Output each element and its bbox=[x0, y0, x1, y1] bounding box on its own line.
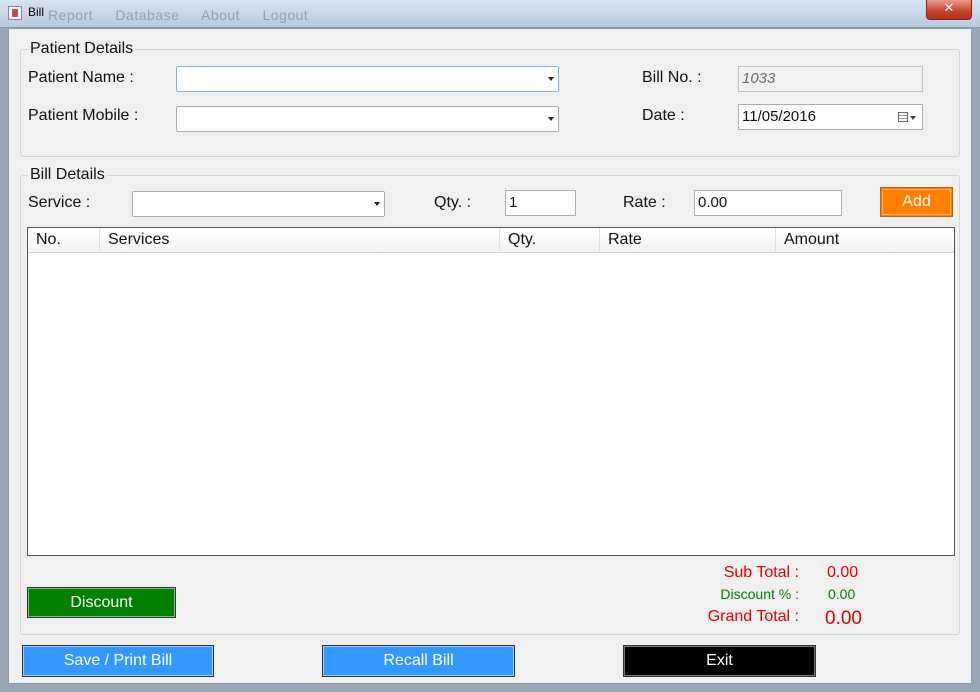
window-title: Bill bbox=[28, 5, 45, 19]
background-menu-item: Database bbox=[115, 7, 180, 23]
bill-no-field: 1033 bbox=[738, 66, 923, 92]
grand-total-value: 0.00 bbox=[825, 608, 862, 629]
background-menu-item: Report bbox=[48, 7, 94, 23]
sub-total-label: Sub Total : bbox=[723, 564, 799, 581]
service-combo[interactable] bbox=[132, 191, 385, 217]
column-header-qty[interactable]: Qty. bbox=[500, 228, 600, 252]
discount-button[interactable]: Discount bbox=[27, 587, 176, 618]
service-label: Service : bbox=[28, 194, 91, 211]
table-header: No. Services Qty. Rate Amount bbox=[28, 228, 954, 253]
qty-input[interactable]: 1 bbox=[505, 190, 576, 216]
chevron-down-icon[interactable] bbox=[548, 77, 554, 81]
close-button[interactable]: ✕ bbox=[926, 0, 972, 20]
chevron-down-icon[interactable] bbox=[374, 202, 380, 206]
column-header-rate[interactable]: Rate bbox=[600, 228, 776, 252]
bill-no-label: Bill No. : bbox=[642, 69, 702, 86]
bill-details-title: Bill Details bbox=[28, 166, 107, 184]
background-menu-item: About bbox=[200, 7, 241, 23]
patient-details-title: Patient Details bbox=[28, 40, 136, 58]
patient-name-label: Patient Name : bbox=[28, 69, 134, 86]
discount-percent-value: 0.00 bbox=[828, 586, 856, 602]
rate-label: Rate : bbox=[623, 194, 666, 211]
rate-input[interactable]: 0.00 bbox=[694, 190, 842, 216]
date-picker[interactable]: 11/05/2016 bbox=[738, 104, 923, 130]
chevron-down-icon[interactable] bbox=[548, 117, 554, 121]
close-icon: ✕ bbox=[943, 1, 955, 16]
title-bar: Bill Report Database About Logout ✕ bbox=[0, 0, 980, 28]
grand-total-label: Grand Total : bbox=[707, 608, 799, 625]
background-menu: Report Database About Logout bbox=[48, 7, 326, 23]
recall-bill-button[interactable]: Recall Bill bbox=[322, 645, 515, 677]
column-header-amount[interactable]: Amount bbox=[776, 228, 954, 252]
calendar-icon[interactable] bbox=[898, 112, 916, 124]
add-button[interactable]: Add bbox=[880, 187, 953, 217]
app-icon bbox=[8, 6, 22, 20]
exit-button[interactable]: Exit bbox=[623, 645, 816, 677]
save-print-bill-button[interactable]: Save / Print Bill bbox=[22, 645, 214, 677]
background-menu-item: Logout bbox=[262, 7, 309, 23]
patient-mobile-label: Patient Mobile : bbox=[28, 107, 139, 124]
patient-mobile-combo[interactable] bbox=[176, 106, 559, 132]
column-header-no[interactable]: No. bbox=[28, 228, 100, 252]
services-table[interactable]: No. Services Qty. Rate Amount bbox=[27, 227, 955, 556]
column-header-services[interactable]: Services bbox=[100, 228, 500, 252]
qty-label: Qty. : bbox=[434, 194, 472, 211]
bill-form: Patient Details Patient Name : Patient M… bbox=[8, 28, 972, 684]
patient-name-combo[interactable] bbox=[176, 66, 559, 92]
date-label: Date : bbox=[642, 107, 685, 124]
discount-percent-label: Discount % : bbox=[720, 586, 799, 602]
sub-total-value: 0.00 bbox=[827, 564, 859, 581]
date-value: 11/05/2016 bbox=[742, 108, 816, 125]
